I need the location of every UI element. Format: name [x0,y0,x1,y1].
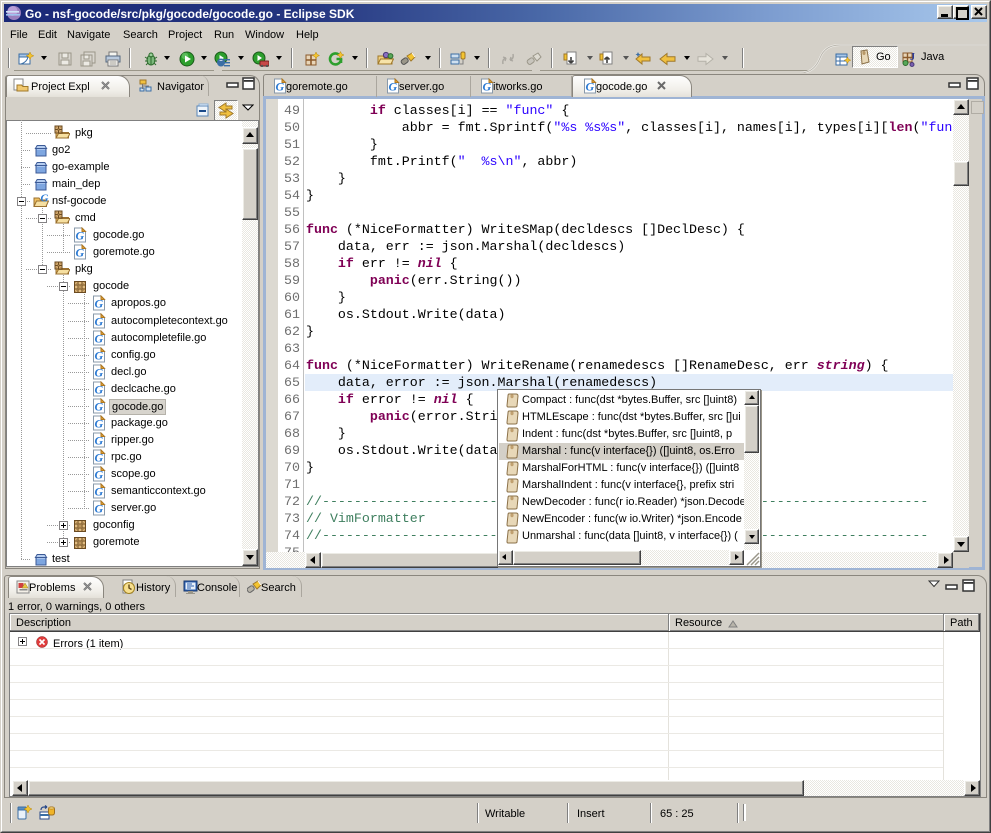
svg-text:G: G [95,383,104,397]
svg-text:G: G [95,297,104,311]
svg-text:G: G [95,417,104,431]
svg-text:G: G [483,80,492,94]
svg-text:G: G [95,434,104,448]
svg-text:G: G [586,80,595,94]
svg-text:G: G [95,349,104,363]
svg-text:G: G [276,80,285,94]
svg-text:G: G [76,229,85,243]
svg-text:G: G [95,451,104,465]
svg-text:G: G [95,332,104,346]
svg-text:G: G [76,246,85,260]
svg-text:G: G [95,366,104,380]
svg-text:G: G [95,502,104,516]
svg-text:G: G [95,315,104,329]
svg-text:G: G [389,80,398,94]
svg-text:G: G [41,193,49,205]
svg-text:G: G [95,400,104,414]
svg-text:J: J [910,52,915,63]
svg-text:G: G [95,468,104,482]
svg-text:G: G [95,485,104,499]
